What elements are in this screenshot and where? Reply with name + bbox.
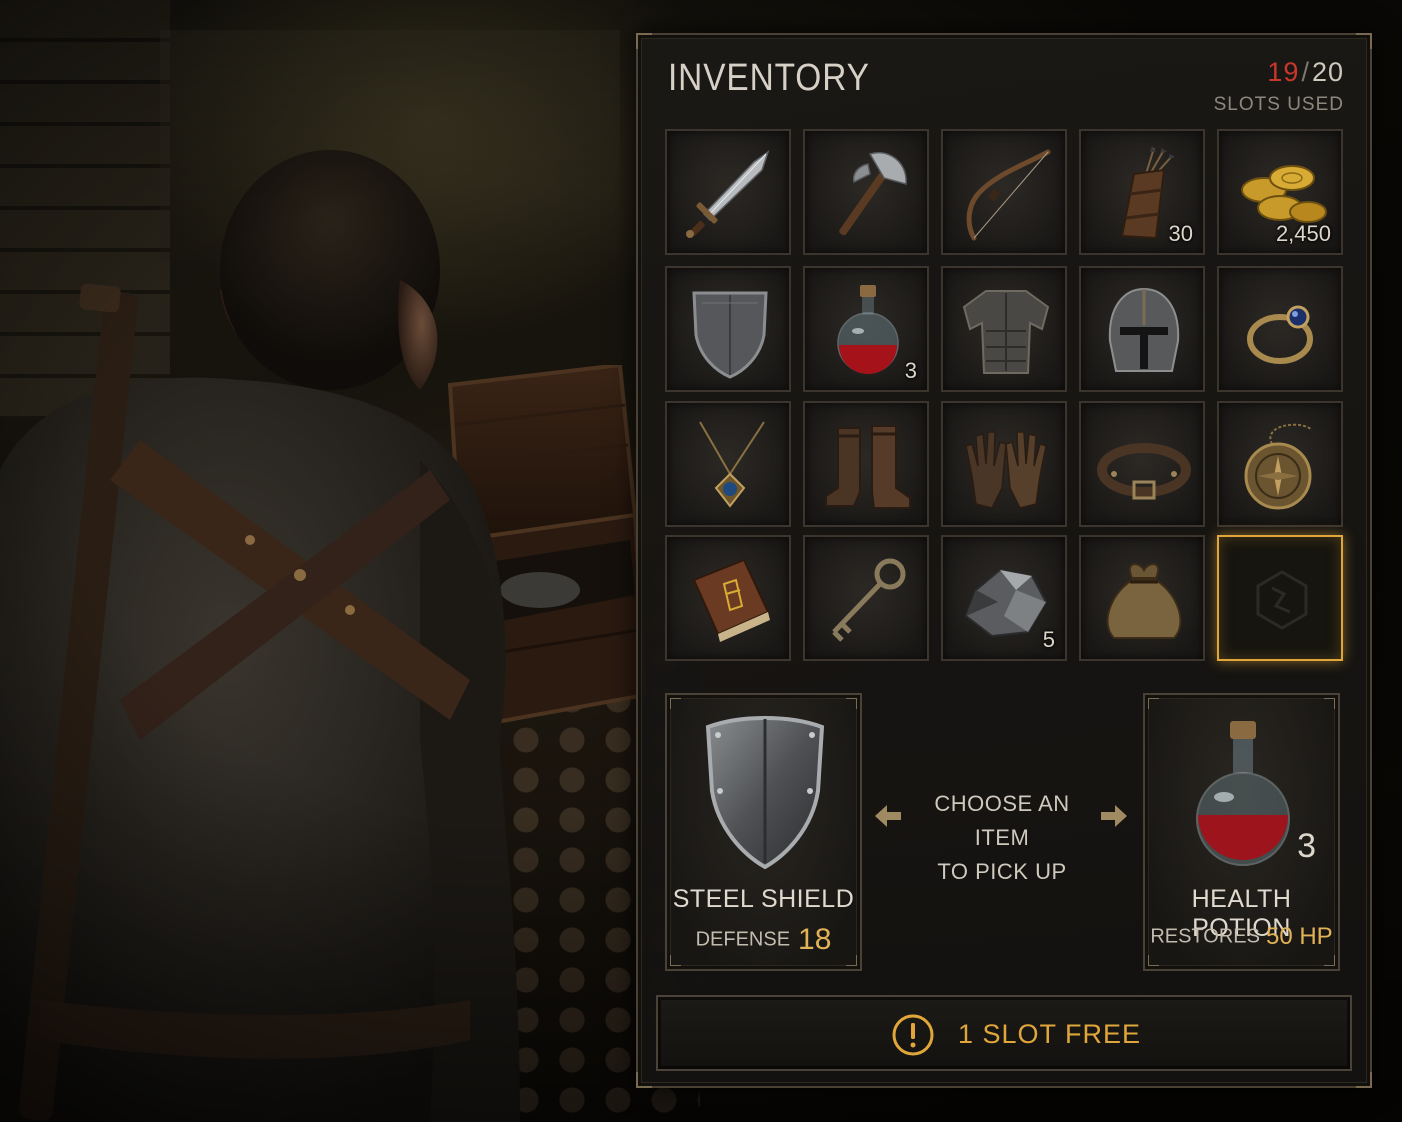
slot-free-text: 1 SLOT FREE <box>958 1019 1142 1049</box>
panel-corner-ornament <box>636 33 652 49</box>
slots-used-value: 19 <box>1267 57 1300 87</box>
inventory-slot-ring[interactable] <box>1217 266 1343 392</box>
card-corner-ornament <box>1148 698 1159 709</box>
empty-slot-emblem-icon <box>1256 570 1308 630</box>
ore-icon <box>964 568 1048 638</box>
stat-label: DEFENSE <box>695 928 791 951</box>
slots-total-value: 20 <box>1311 57 1344 87</box>
shield-icon <box>692 291 768 379</box>
pickup-option-steel-shield[interactable]: STEEL SHIELD DEFENSE 18 <box>665 693 862 971</box>
inventory-slot-boots[interactable] <box>803 401 929 527</box>
potion-icon <box>837 285 899 374</box>
stat-value: 18 <box>798 923 832 956</box>
card-corner-ornament <box>846 698 857 709</box>
inventory-slot-book[interactable] <box>665 535 791 661</box>
inventory-slot-key[interactable] <box>803 535 929 661</box>
slots-counter: 19/20 SLOTS USED <box>1214 57 1344 116</box>
item-name: STEEL SHIELD <box>672 885 855 913</box>
panel-corner-ornament <box>1356 33 1372 49</box>
item-quantity: 30 <box>1168 221 1193 246</box>
slot-count: 19/20 <box>1214 57 1344 88</box>
compass-icon <box>1244 423 1313 510</box>
inventory-slot-empty[interactable] <box>1217 535 1343 661</box>
slots-used-label: SLOTS USED <box>1213 94 1344 115</box>
card-corner-ornament <box>670 698 681 709</box>
item-stat: DEFENSE 18 <box>667 923 860 957</box>
inventory-slot-pouch[interactable] <box>1079 535 1205 661</box>
pickup-prompt: CHOOSE AN ITEM TO PICK UP <box>873 787 1131 884</box>
inventory-slot-helmet[interactable] <box>1079 266 1205 392</box>
book-icon <box>692 558 770 642</box>
card-corner-ornament <box>1324 698 1335 709</box>
inventory-slot-gloves[interactable] <box>941 401 1067 527</box>
pouch-icon <box>1106 563 1182 639</box>
inventory-grid: 30 2,450 3 5 <box>665 129 1344 661</box>
bow-icon <box>966 149 1051 241</box>
helmet-icon <box>1108 287 1180 372</box>
inventory-slot-sword[interactable] <box>665 129 791 255</box>
inventory-slot-potion[interactable]: 3 <box>803 266 929 392</box>
inventory-slot-compass[interactable] <box>1217 401 1343 527</box>
inventory-slot-axe[interactable] <box>803 129 929 255</box>
inventory-title: INVENTORY <box>668 57 870 99</box>
inventory-slot-bow[interactable] <box>941 129 1067 255</box>
pickup-prompt-text: CHOOSE AN ITEM TO PICK UP <box>913 787 1091 889</box>
prompt-line-1: CHOOSE AN ITEM <box>934 791 1070 850</box>
item-quantity: 5 <box>1042 627 1055 652</box>
inventory-slot-shield[interactable] <box>665 266 791 392</box>
gloves-icon <box>965 431 1047 509</box>
inventory-slot-ore[interactable]: 5 <box>941 535 1067 661</box>
boots-icon <box>825 425 911 509</box>
arrow-right-icon <box>1101 805 1127 827</box>
belt-icon <box>1097 443 1191 500</box>
inventory-slot-chest-armor[interactable] <box>941 266 1067 392</box>
card-corner-ornament <box>1148 955 1159 966</box>
axe-icon <box>839 151 907 236</box>
potion-icon <box>1196 721 1290 866</box>
inventory-slot-belt[interactable] <box>1079 401 1205 527</box>
item-quantity: 2,450 <box>1275 221 1331 246</box>
warning-icon <box>892 1014 934 1056</box>
stat-value: 50 HP <box>1265 923 1333 950</box>
key-icon <box>832 558 906 642</box>
item-quantity: 3 <box>1297 827 1316 865</box>
arrow-left-icon <box>875 805 901 827</box>
ring-icon <box>1247 305 1313 364</box>
card-corner-ornament <box>1324 955 1335 966</box>
stat-label: RESTORES <box>1150 925 1260 948</box>
inventory-slot-gold-coins[interactable]: 2,450 <box>1217 129 1343 255</box>
amulet-icon <box>699 421 765 508</box>
inventory-slot-amulet[interactable] <box>665 401 791 527</box>
prompt-line-2: TO PICK UP <box>937 859 1067 884</box>
armor-icon <box>962 290 1050 374</box>
slots-separator: / <box>1301 57 1310 87</box>
inventory-slot-quiver[interactable]: 30 <box>1079 129 1205 255</box>
sword-icon <box>686 150 770 238</box>
item-quantity: 3 <box>904 358 917 383</box>
panel-corner-ornament <box>636 1072 652 1088</box>
panel-corner-ornament <box>1356 1072 1372 1088</box>
item-stat: RESTORES 50 HP <box>1145 923 1338 951</box>
shield-icon <box>705 716 825 870</box>
inventory-panel: INVENTORY 19/20 SLOTS USED 30 2,450 3 5 … <box>636 33 1372 1088</box>
slot-free-notice: 1 SLOT FREE <box>656 995 1352 1071</box>
pickup-option-health-potion[interactable]: 3 HEALTH POTION RESTORES 50 HP <box>1143 693 1340 971</box>
